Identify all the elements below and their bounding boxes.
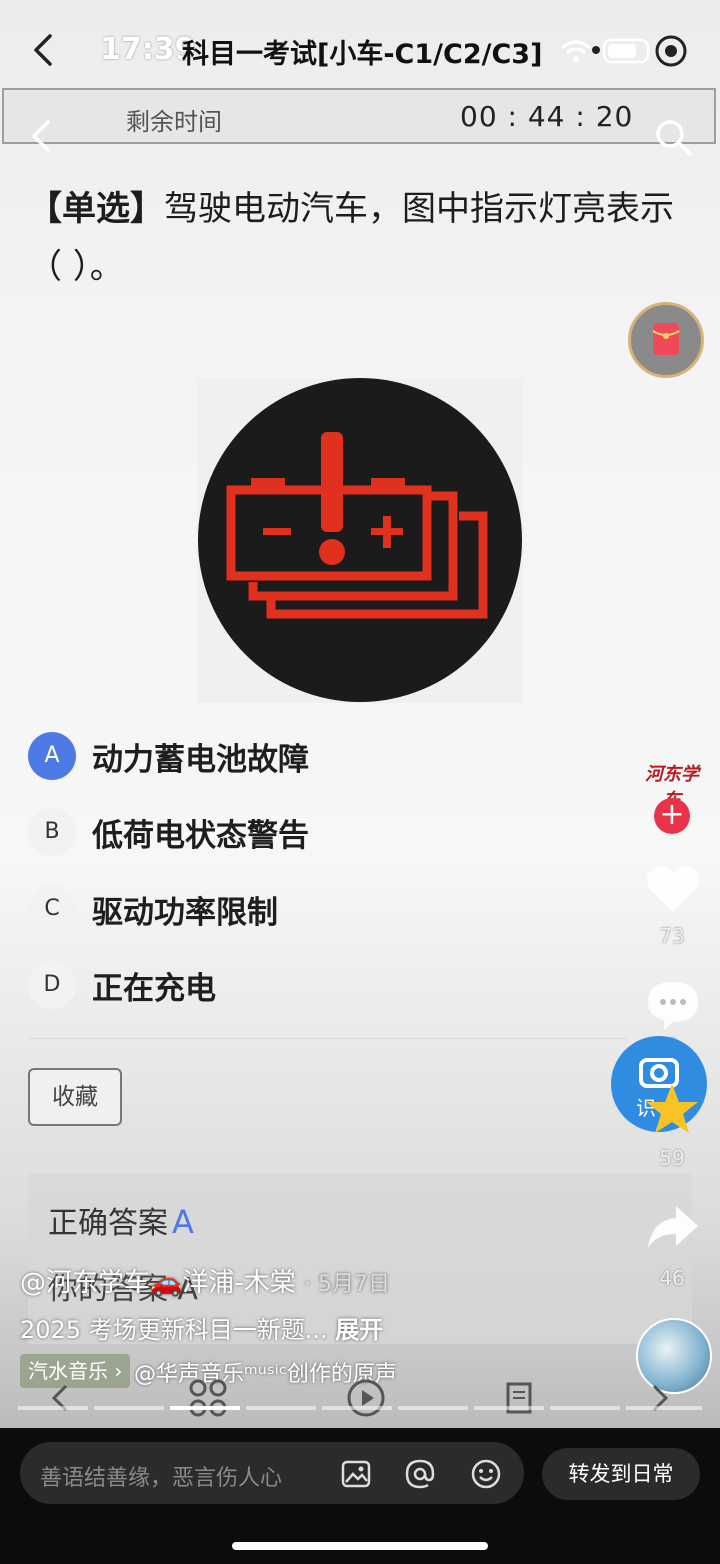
progress-segment [94,1406,164,1410]
correct-answer: 正确答案 A [48,1198,194,1242]
share-arrow-icon[interactable] [646,1204,700,1250]
option-d-text: 正在充电 [92,971,216,1007]
expand-link[interactable]: 展开 [335,1316,383,1344]
home-indicator [232,1542,488,1550]
play-icon[interactable] [346,1378,386,1418]
progress-segment-active [170,1406,240,1410]
like-count: 73 [659,924,685,948]
grid-icon[interactable] [188,1378,228,1418]
video-caption: 2025 考场更新科目一新题... 展开 [20,1310,383,1345]
option-b-badge: B [28,808,76,856]
page-title: 科目一考试[小车-C1/C2/C3] [182,39,543,70]
post-date: · 5月7日 [304,1272,391,1297]
wifi-battery-icon [561,38,650,64]
note-icon[interactable] [502,1380,538,1416]
option-a-badge: A [28,732,76,780]
emoji-icon[interactable] [470,1458,502,1490]
red-packet-button[interactable] [628,302,704,378]
option-d[interactable]: D 正在充电 [28,959,588,1011]
share-to-daily-button[interactable]: 转发到日常 [542,1448,700,1500]
back-arrow-icon[interactable] [24,30,64,70]
comment-bubble-icon[interactable] [644,978,702,1032]
timer-label: 剩余时间 [126,108,222,136]
progress-segment [246,1406,316,1410]
top-bar: 17:39 科目一考试[小车-C1/C2/C3] [0,0,720,100]
correct-answer-value: A [172,1203,194,1241]
favorite-star-icon[interactable] [644,1082,700,1136]
option-a-text: 动力蓄电池故障 [92,742,309,778]
remaining-time-bar: 剩余时间 00 : 44 : 20 [2,88,716,144]
follow-button[interactable]: + [654,798,690,834]
timer-value: 00 : 44 : 20 [460,100,634,133]
share-count: 46 [659,1266,685,1290]
favorite-button[interactable]: 收藏 [28,1068,122,1126]
option-c[interactable]: C 驱动功率限制 [28,883,588,935]
comment-input[interactable]: 善语结善缘，恶言伤人心 [20,1442,524,1504]
progress-segment [398,1406,468,1410]
option-b-text: 低荷电状态警告 [92,818,309,854]
record-icon[interactable] [654,34,688,68]
back-overlay-icon[interactable] [24,116,60,156]
option-b[interactable]: B 低荷电状态警告 [28,806,588,858]
author-name: @河东学车🚗洋浦-木棠 [20,1268,296,1298]
battery-warning-icon [198,378,522,702]
option-c-badge: C [28,885,76,933]
option-d-badge: D [28,961,76,1009]
author-line[interactable]: @河东学车🚗洋浦-木棠 · 5月7日 [20,1262,390,1299]
option-a[interactable]: A 动力蓄电池故障 [28,730,588,782]
progress-segment [18,1406,88,1410]
question-type: 【单选】 [28,189,164,229]
divider [28,1038,628,1039]
progress-segment [550,1406,620,1410]
search-icon[interactable] [652,116,694,158]
progress-segment [474,1406,544,1410]
question-image [197,378,523,703]
mention-icon[interactable] [404,1458,436,1490]
red-packet-icon [652,323,680,355]
comment-bar: 善语结善缘，恶言伤人心 转发到日常 [0,1428,720,1564]
progress-segment [322,1406,392,1410]
comment-placeholder: 善语结善缘，恶言伤人心 [40,1466,283,1491]
correct-answer-label: 正确答案 [48,1206,168,1241]
image-icon[interactable] [340,1458,372,1490]
option-c-text: 驱动功率限制 [92,895,278,931]
author-logo[interactable]: 河东学车 [640,760,704,811]
progress-segment [626,1406,702,1410]
favorite-count: 59 [659,1146,685,1170]
caption-text: 2025 考场更新科目一新题... [20,1316,328,1344]
page-nav-row [0,1374,720,1424]
like-heart-icon[interactable] [644,862,702,916]
question-text: 【单选】驾驶电动汽车，图中指示灯亮表示（ ）。 [28,180,678,296]
